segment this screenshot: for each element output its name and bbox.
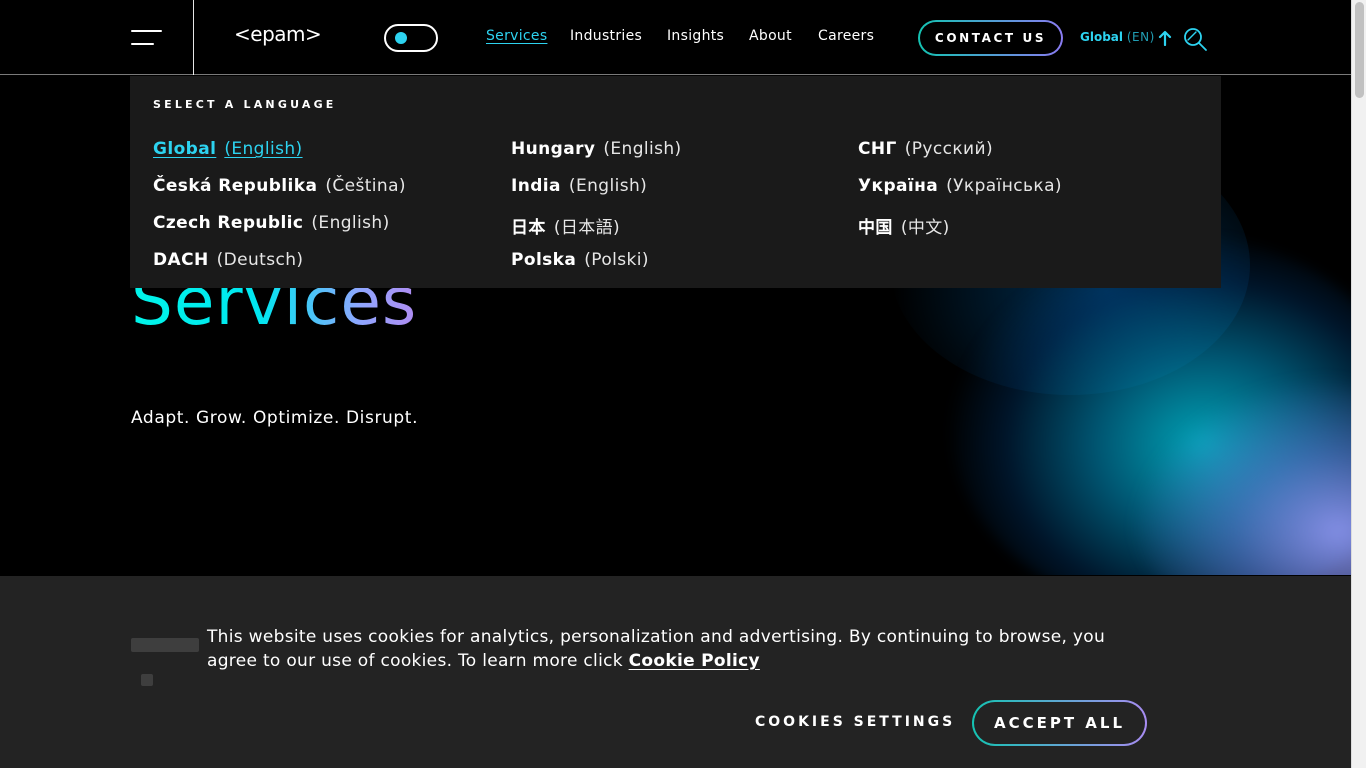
nav-industries[interactable]: Industries [570,28,642,44]
arrow-up-icon[interactable] [1158,30,1172,46]
hamburger-menu-icon[interactable] [131,28,163,48]
language-code: (EN) [1126,30,1155,44]
nav-insights[interactable]: Insights [667,28,724,44]
language-option-hungary[interactable]: Hungary (English) [511,139,682,159]
page-scrollbar[interactable] [1351,0,1366,768]
accept-all-button[interactable]: ACCEPT ALL [972,700,1147,746]
language-option-polska[interactable]: Polska (Polski) [511,250,649,270]
epam-logo[interactable]: <epam> [234,22,322,46]
language-option-ukraine[interactable]: Україна (Українська) [858,176,1062,196]
language-option-india[interactable]: India (English) [511,176,647,196]
cookie-banner: This website uses cookies for analytics,… [0,576,1351,768]
toggle-knob [395,32,407,44]
language-switcher[interactable]: Global (EN) [1080,30,1155,44]
search-icon[interactable] [1182,26,1208,52]
language-menu-heading: SELECT A LANGUAGE [153,98,337,111]
language-region: Global [1080,30,1124,44]
language-option-ceska-republika[interactable]: Česká Republika (Čeština) [153,176,406,196]
header-divider [193,0,194,75]
cookie-banner-background-shapes [131,634,211,694]
language-option-sng[interactable]: СНГ (Русский) [858,139,993,159]
theme-toggle[interactable] [384,24,438,52]
site-header: <epam> Services Industries Insights Abou… [0,0,1351,75]
contact-us-button[interactable]: CONTACT US [918,20,1063,56]
language-option-japan[interactable]: 日本 (日本語) [511,213,620,238]
language-option-global[interactable]: Global (English) [153,139,303,159]
cookies-settings-button[interactable]: COOKIES SETTINGS [755,714,955,730]
scrollbar-thumb[interactable] [1355,2,1364,98]
language-option-dach[interactable]: DACH (Deutsch) [153,250,303,270]
language-selector-panel: SELECT A LANGUAGE Global (English) Česká … [130,76,1221,288]
nav-about[interactable]: About [749,28,792,44]
nav-careers[interactable]: Careers [818,28,874,44]
nav-services[interactable]: Services [486,28,547,44]
language-option-china[interactable]: 中国 (中文) [858,213,950,238]
cookie-message: This website uses cookies for analytics,… [207,625,1157,673]
cookie-policy-link[interactable]: Cookie Policy [629,651,760,671]
hero-subtitle: Adapt. Grow. Optimize. Disrupt. [131,408,419,428]
language-option-czech-republic[interactable]: Czech Republic (English) [153,213,390,233]
